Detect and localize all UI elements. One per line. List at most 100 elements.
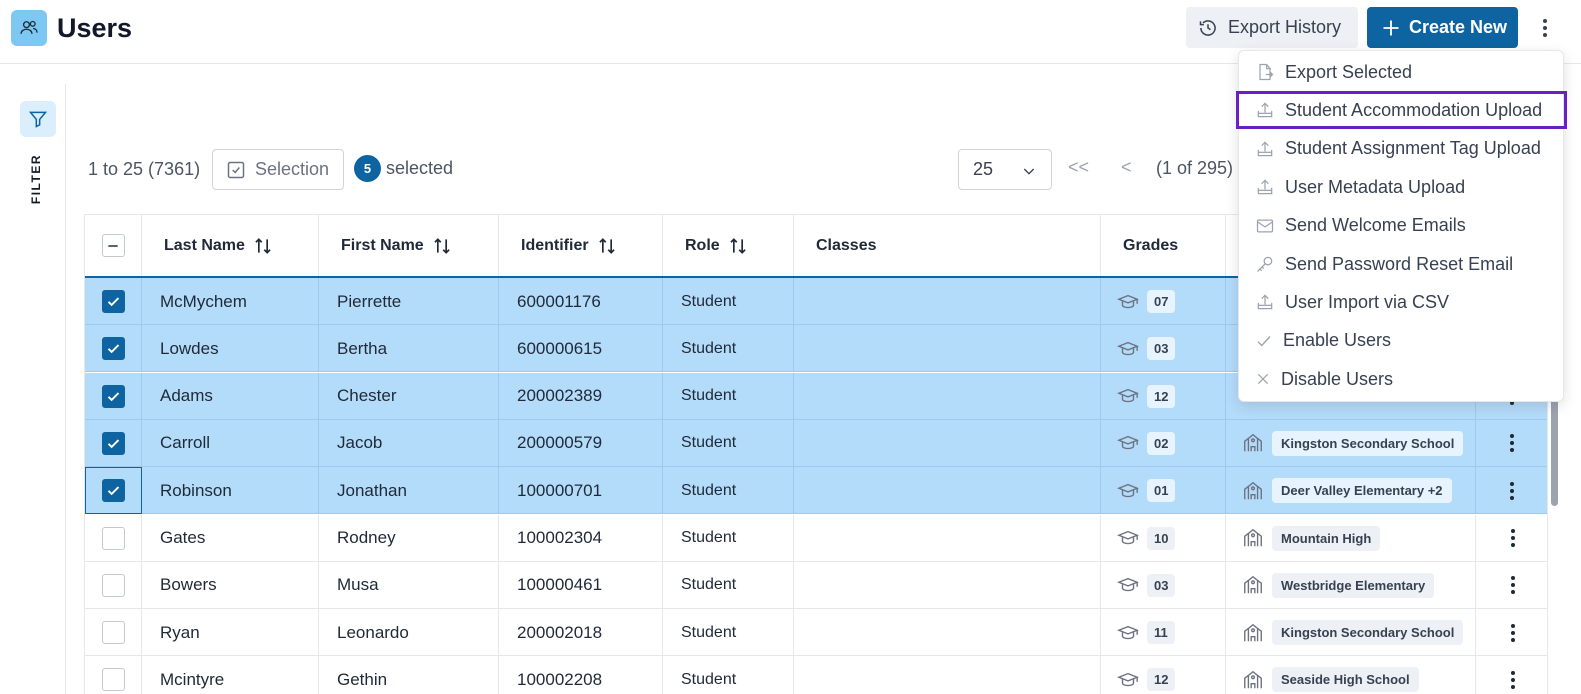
menu-item-label: Export Selected xyxy=(1285,61,1413,82)
row-select-cell xyxy=(85,514,142,562)
first-name-cell: Gethin xyxy=(319,656,499,694)
column-role-label: Role xyxy=(685,236,720,254)
create-new-button[interactable]: Create New xyxy=(1367,7,1518,48)
row-select-cell xyxy=(85,561,142,609)
row-checkbox[interactable] xyxy=(101,573,125,597)
row-select-cell xyxy=(85,372,142,420)
menu-item-student-assignment-tag-upload[interactable]: Student Assignment Tag Upload xyxy=(1239,130,1565,168)
upload-icon xyxy=(1255,176,1275,198)
school-badge[interactable]: Kingston Secondary School xyxy=(1272,430,1464,456)
first-name-cell: Jonathan xyxy=(319,467,499,515)
grade-badge: 01 xyxy=(1147,479,1176,503)
column-role[interactable]: Role xyxy=(663,215,794,276)
upload-icon xyxy=(1255,138,1275,160)
menu-item-student-accommodation-upload[interactable]: Student Accommodation Upload xyxy=(1236,91,1567,130)
column-identifier[interactable]: Identifier xyxy=(499,215,663,276)
table-row[interactable]: Bowers Musa 100000461 Student 03 Westbridge E… xyxy=(85,561,1547,609)
identifier-cell: 600001176 xyxy=(499,278,663,325)
table-row[interactable]: Gates Rodney 100002304 Student 10 Mountain Hi… xyxy=(85,514,1547,562)
school-icon xyxy=(1244,528,1262,547)
grade-badge: 12 xyxy=(1147,668,1176,692)
page-size-value: 25 xyxy=(973,159,994,179)
select-all-checkbox[interactable] xyxy=(101,234,125,257)
menu-item-enable-users[interactable]: Enable Users xyxy=(1239,322,1565,360)
row-select-cell xyxy=(85,278,142,325)
selection-button[interactable]: Selection xyxy=(212,149,344,190)
row-more-icon[interactable] xyxy=(1507,620,1519,646)
sort-icon xyxy=(255,237,271,254)
row-more-icon[interactable] xyxy=(1506,478,1518,504)
school-badge[interactable]: Mountain High xyxy=(1272,525,1381,551)
grades-cell: 12 xyxy=(1101,656,1226,694)
school-badge[interactable]: Seaside High School xyxy=(1272,667,1419,693)
table-row[interactable]: Mcintyre Gethin 100002208 Student 12 Seaside … xyxy=(85,656,1547,694)
row-select-cell xyxy=(85,419,142,467)
filter-label: FILTER xyxy=(29,154,43,205)
grade-badge: 12 xyxy=(1147,384,1176,408)
row-more-icon[interactable] xyxy=(1506,430,1518,456)
column-classes-label: Classes xyxy=(816,236,877,254)
grades-cell: 12 xyxy=(1101,372,1226,420)
classes-cell xyxy=(794,609,1101,657)
page-size-select[interactable]: 25 xyxy=(958,149,1052,190)
menu-item-send-welcome-emails[interactable]: Send Welcome Emails xyxy=(1239,207,1565,245)
table-row[interactable]: Carroll Jacob 200000579 Student 02 Kingston S… xyxy=(85,419,1547,467)
export-history-button[interactable]: Export History xyxy=(1186,7,1358,48)
last-name-cell: Adams xyxy=(142,372,319,420)
row-more-icon[interactable] xyxy=(1507,667,1519,693)
row-select-cell xyxy=(85,325,142,373)
x-icon xyxy=(1255,368,1271,390)
column-last-name[interactable]: Last Name xyxy=(142,215,319,276)
classes-cell xyxy=(794,419,1101,467)
school-badge[interactable]: Deer Valley Elementary +2 xyxy=(1272,478,1452,504)
row-checkbox[interactable] xyxy=(101,621,125,645)
row-select-cell xyxy=(85,609,142,657)
table-row[interactable]: Robinson Jonathan 100000701 Student 01 Deer V… xyxy=(85,467,1547,515)
grades-cell: 10 xyxy=(1101,514,1226,562)
check-icon xyxy=(1255,330,1273,352)
table-row[interactable]: Ryan Leonardo 200002018 Student 11 Kingston S… xyxy=(85,609,1547,657)
sort-icon xyxy=(434,237,450,254)
menu-item-send-password-reset-email[interactable]: Send Password Reset Email xyxy=(1239,245,1565,283)
row-more-icon[interactable] xyxy=(1507,525,1519,551)
graduation-cap-icon xyxy=(1117,625,1139,639)
previous-page-button[interactable]: < xyxy=(1121,157,1132,178)
graduation-cap-icon xyxy=(1117,436,1139,450)
identifier-cell: 200002018 xyxy=(499,609,663,657)
school-cell: Deer Valley Elementary +2 xyxy=(1226,467,1476,515)
school-cell: Kingston Secondary School xyxy=(1226,609,1476,657)
mail-icon xyxy=(1255,215,1275,237)
identifier-cell: 100000461 xyxy=(499,561,663,609)
grade-badge: 11 xyxy=(1147,621,1175,645)
menu-item-user-import-via-csv[interactable]: User Import via CSV xyxy=(1239,283,1565,321)
row-checkbox[interactable] xyxy=(101,290,125,313)
first-page-button[interactable]: << xyxy=(1068,157,1089,178)
selected-label: selected xyxy=(386,158,454,178)
school-badge[interactable]: Kingston Secondary School xyxy=(1272,620,1464,646)
filter-button[interactable] xyxy=(20,101,56,137)
row-checkbox[interactable] xyxy=(101,668,125,692)
role-cell: Student xyxy=(663,609,794,657)
classes-cell xyxy=(794,325,1101,373)
column-first-name[interactable]: First Name xyxy=(319,215,499,276)
row-checkbox[interactable] xyxy=(101,337,125,361)
first-name-cell: Rodney xyxy=(319,514,499,562)
school-badge[interactable]: Westbridge Elementary xyxy=(1272,572,1435,598)
menu-item-export-selected[interactable]: Export Selected xyxy=(1239,53,1565,91)
last-name-cell: Robinson xyxy=(142,467,319,515)
filter-panel: FILTER xyxy=(0,84,66,694)
menu-item-label: Send Password Reset Email xyxy=(1285,253,1514,274)
menu-item-disable-users[interactable]: Disable Users xyxy=(1239,360,1565,398)
row-checkbox[interactable] xyxy=(101,526,125,550)
menu-item-user-metadata-upload[interactable]: User Metadata Upload xyxy=(1239,168,1565,206)
row-more-icon[interactable] xyxy=(1507,572,1519,598)
row-checkbox[interactable] xyxy=(101,384,125,408)
first-name-cell: Musa xyxy=(319,561,499,609)
scrollbar-thumb[interactable] xyxy=(1551,390,1558,506)
row-checkbox[interactable] xyxy=(101,479,125,503)
row-checkbox[interactable] xyxy=(101,431,125,455)
sort-icon xyxy=(598,237,615,254)
role-cell: Student xyxy=(663,278,794,325)
last-name-cell: Carroll xyxy=(142,419,319,467)
more-options-icon[interactable] xyxy=(1535,14,1555,42)
